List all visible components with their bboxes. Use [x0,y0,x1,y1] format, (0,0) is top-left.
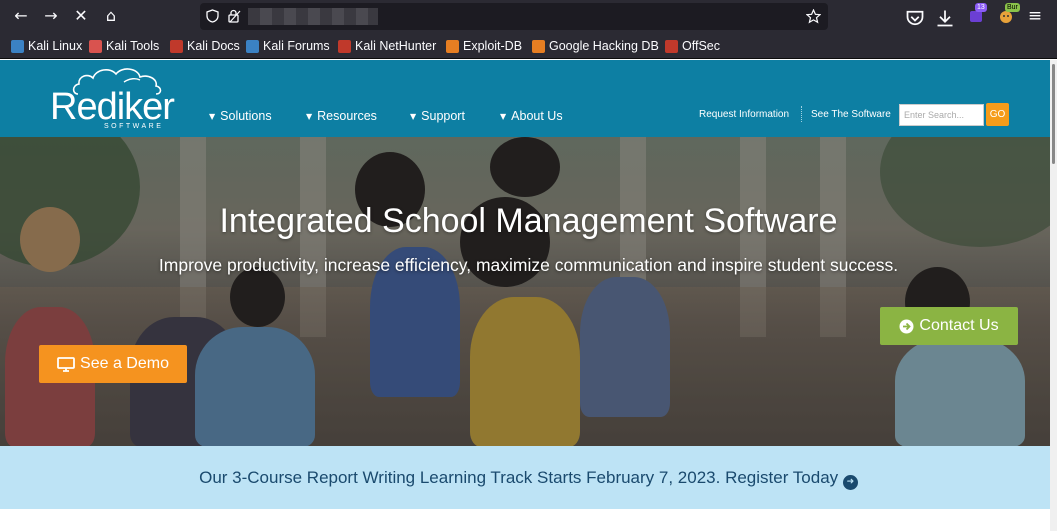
stop-button[interactable]: ✕ [71,6,91,26]
kali-forums-icon [246,39,259,53]
nav-label: About Us [511,109,563,123]
bookmark-kali-forums[interactable]: Kali Forums [246,37,330,55]
forward-button[interactable]: → [41,6,61,26]
nav-about-us[interactable]: ▼ About Us [500,109,563,123]
bookmark-label: Exploit-DB [463,39,523,53]
url-text-redacted[interactable] [248,8,378,25]
see-a-demo-button[interactable]: See a Demo [39,345,187,383]
bookmark-kali-docs[interactable]: Kali Docs [170,37,240,55]
kali-tools-icon [89,39,102,53]
site-search-input[interactable] [899,104,984,126]
bookmark-label: Kali Tools [106,39,160,53]
browser-toolbar: ← → ✕ ⌂ 13 Bur ≡ [0,0,1057,33]
announcement-text: Our 3-Course Report Writing Learning Tra… [199,468,839,487]
caret-down-icon: ▼ [500,111,507,121]
bookmark-kali-tools[interactable]: Kali Tools [89,37,159,55]
search-go-button[interactable]: GO [986,103,1009,126]
bookmark-label: OffSec [682,39,720,53]
bookmark-google-hacking-db[interactable]: Google Hacking DB [532,37,659,55]
announcement-link[interactable]: Our 3-Course Report Writing Learning Tra… [0,468,1057,490]
kali-docs-icon [170,39,183,53]
url-bar[interactable] [200,3,828,30]
nav-support[interactable]: ▼ Support [410,109,465,123]
bookmark-star-icon[interactable] [806,9,821,24]
contact-button-label: Contact Us [919,317,999,334]
caret-down-icon: ▼ [306,111,313,121]
extension-1-button[interactable]: 13 [966,3,987,26]
home-button[interactable]: ⌂ [101,6,121,26]
ghdb-icon [532,39,545,53]
hero-subtitle: Improve productivity, increase efficienc… [158,255,899,275]
bookmarks-bar: Kali Linux Kali Tools Kali Docs Kali For… [0,33,1057,59]
nav-label: Support [421,109,465,123]
page-scrollbar[interactable] [1050,60,1057,531]
exploitdb-icon [446,39,459,53]
see-the-software-link[interactable]: See The Software [811,109,891,120]
arrow-circle-right-icon: ➜ [842,475,858,490]
monitor-icon [57,356,75,372]
lock-icon[interactable] [227,9,241,23]
nethunter-icon [338,39,351,53]
shield-icon[interactable] [206,9,219,23]
site-header: Rediker SOFTWARE ▼ Solutions ▼ Resources… [0,60,1050,137]
menu-icon[interactable]: ≡ [1025,6,1045,26]
caret-down-icon: ▼ [410,111,417,121]
nav-label: Resources [317,109,377,123]
hero-title: Integrated School Management Software [219,202,838,240]
bookmark-label: Google Hacking DB [549,39,659,53]
bookmark-kali-nethunter[interactable]: Kali NetHunter [338,37,436,55]
offsec-icon [665,39,678,53]
bookmark-offsec[interactable]: OffSec [665,37,720,55]
bookmark-label: Kali Docs [187,39,240,53]
extension-badge: 13 [975,3,987,12]
extension-2-button[interactable]: Bur [996,3,1020,26]
caret-down-icon: ▼ [209,111,216,121]
nav-label: Solutions [220,109,272,123]
back-button[interactable]: ← [11,6,31,26]
demo-button-label: See a Demo [80,355,169,372]
bookmark-label: Kali Linux [28,39,83,53]
kali-icon [11,39,24,53]
nav-resources[interactable]: ▼ Resources [306,109,377,123]
scrollbar-thumb[interactable] [1052,64,1055,164]
hero-dim-overlay [0,137,1050,446]
extension-badge: Bur [1005,3,1020,12]
bookmark-label: Kali Forums [263,39,330,53]
bookmark-kali-linux[interactable]: Kali Linux [11,37,82,55]
announcement-bar: Our 3-Course Report Writing Learning Tra… [0,446,1057,509]
utility-divider [801,106,802,122]
bookmark-exploit-db[interactable]: Exploit-DB [446,37,522,55]
arrow-circle-right-icon [899,319,914,333]
hero-banner: Integrated School Management Software Im… [0,137,1050,446]
request-information-link[interactable]: Request Information [699,109,789,120]
rediker-logo[interactable]: Rediker SOFTWARE [46,66,176,132]
nav-solutions[interactable]: ▼ Solutions [209,109,272,123]
bookmark-label: Kali NetHunter [355,39,437,53]
contact-us-button[interactable]: Contact Us [880,307,1018,345]
downloads-icon[interactable] [935,8,955,28]
logo-tagline: SOFTWARE [104,123,164,130]
pocket-icon[interactable] [905,8,925,28]
